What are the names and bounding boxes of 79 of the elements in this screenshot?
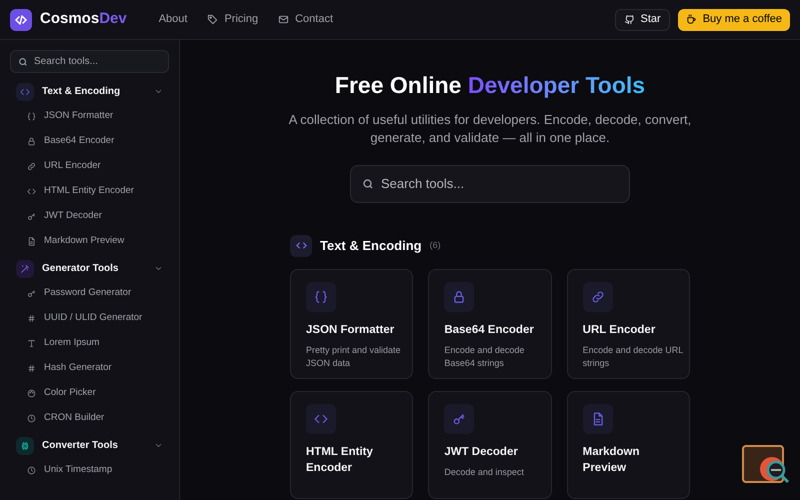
sidebar-item[interactable]: Color Picker xyxy=(10,381,169,406)
palette-icon xyxy=(27,389,36,398)
sidebar-item[interactable]: Base64 Encoder xyxy=(10,129,169,154)
sidebar-item[interactable]: URL Encoder xyxy=(10,154,169,179)
nav-link[interactable]: About xyxy=(158,11,188,28)
tool-card[interactable]: JWT Decoder Decode and inspect xyxy=(428,390,552,498)
sidebar-item[interactable]: JSON Formatter xyxy=(10,104,169,129)
hash-icon xyxy=(27,314,36,323)
card-title: HTML Entity Encoder xyxy=(306,444,374,476)
code-icon xyxy=(306,404,336,434)
search-icon xyxy=(362,178,374,190)
card-description: Encode and decode Base64 strings xyxy=(444,344,526,370)
tool-count: (6) xyxy=(430,238,441,252)
code-icon xyxy=(16,82,34,100)
sidebar-item[interactable]: HTML Entity Encoder xyxy=(10,179,169,204)
mail-icon xyxy=(278,14,290,25)
card-description: Decode and inspect xyxy=(444,466,525,478)
sidebar-group[interactable]: Generator Tools xyxy=(10,256,169,281)
chevron-down-icon xyxy=(154,441,163,450)
wand-icon xyxy=(16,260,34,278)
key-icon xyxy=(27,289,36,298)
text-icon xyxy=(27,339,36,348)
sidebar-item[interactable]: Password Generator xyxy=(10,281,169,306)
clock-icon xyxy=(27,466,36,475)
sidebar-item[interactable]: Unix Timestamp xyxy=(10,458,169,483)
star-button[interactable]: Star xyxy=(614,8,670,30)
lock-icon xyxy=(444,282,474,312)
sidebar-item[interactable]: Hash Generator xyxy=(10,356,169,381)
card-description: Encode and decode URL strings xyxy=(582,344,684,370)
logo-icon xyxy=(10,8,32,30)
nav-link[interactable]: Pricing xyxy=(207,11,258,28)
tool-card[interactable]: Base64 Encoder Encode and decode Base64 strings xyxy=(428,268,552,378)
link-icon xyxy=(582,282,613,312)
braces-icon xyxy=(306,282,336,312)
tool-card[interactable]: JSON Formatter Pretty print and validate JSON data xyxy=(290,268,414,378)
card-description: Pretty print and validate JSON data xyxy=(306,344,402,370)
tool-card[interactable]: URL Encoder Encode and decode URL strings xyxy=(566,268,690,378)
chevron-down-icon xyxy=(154,264,163,273)
sidebar-item[interactable]: Lorem Ipsum xyxy=(10,331,169,356)
card-title: JSON Formatter xyxy=(306,322,396,338)
card-title: JWT Decoder xyxy=(444,444,519,460)
search-field[interactable]: Search tools... xyxy=(350,164,630,202)
section-title: Text & Encoding xyxy=(320,236,422,255)
tool-card[interactable]: HTML Entity Encoder xyxy=(290,390,414,498)
tool-card[interactable]: Markdown Preview xyxy=(566,390,690,498)
coffee-cup-icon xyxy=(686,14,697,25)
sidebar-item[interactable]: UUID / ULID Generator xyxy=(10,306,169,331)
document-icon xyxy=(582,404,613,434)
card-title: Markdown Preview xyxy=(582,444,641,476)
hero-subtitle: A collection of useful utilities for developers. Encode, decode, convert, generate, and validate — all in one place. xyxy=(288,110,692,146)
document-icon xyxy=(27,237,36,246)
code-icon xyxy=(290,234,312,256)
lock-icon xyxy=(27,137,36,146)
github-icon xyxy=(624,14,635,25)
sidebar-item[interactable]: JWT Decoder xyxy=(10,204,169,229)
search-icon xyxy=(18,56,28,66)
sidebar-group[interactable]: Converter Tools xyxy=(10,433,169,458)
clock-icon xyxy=(27,414,36,423)
chip-icon xyxy=(16,436,34,454)
chevron-down-icon xyxy=(154,87,163,96)
group-label: Text & Encoding xyxy=(42,85,122,99)
logo-text[interactable]: CosmosDev xyxy=(40,8,127,31)
code-icon xyxy=(27,187,36,196)
card-title: URL Encoder xyxy=(582,322,656,338)
search-field[interactable]: Search tools... xyxy=(10,50,169,73)
tag-icon xyxy=(207,14,218,25)
sidebar-group[interactable]: Text & Encoding xyxy=(10,79,169,104)
coffee-button[interactable]: Buy me a coffee xyxy=(678,8,790,30)
sidebar-item[interactable]: CRON Builder xyxy=(10,406,169,431)
key-icon xyxy=(444,404,474,434)
braces-icon xyxy=(27,112,36,121)
nav-link[interactable]: Contact xyxy=(278,11,334,28)
link-icon xyxy=(27,162,36,171)
sidebar-item[interactable]: Markdown Preview xyxy=(10,229,169,254)
card-title: Base64 Encoder xyxy=(444,322,535,338)
group-label: Generator Tools xyxy=(42,262,120,276)
group-label: Converter Tools xyxy=(42,439,119,453)
key-icon xyxy=(27,212,36,221)
hash-icon xyxy=(27,364,36,373)
